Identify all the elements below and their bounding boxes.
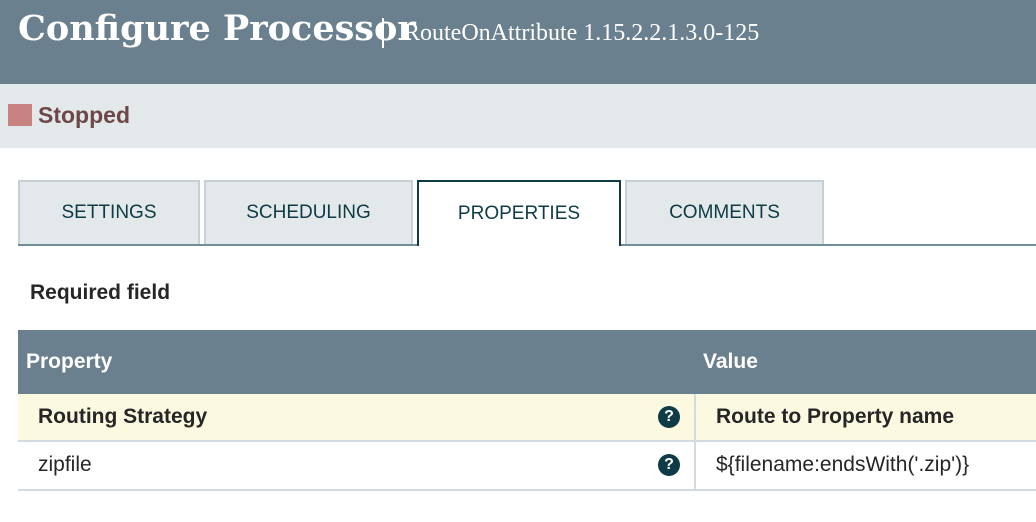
property-name: zipfile xyxy=(38,453,92,476)
run-status: Stopped xyxy=(38,102,130,128)
tab-settings[interactable]: SETTINGS xyxy=(18,180,200,244)
required-field-label: Required field xyxy=(30,281,171,304)
table-row[interactable]: Routing Strategy ? Route to Property nam… xyxy=(18,394,1036,442)
column-header-value[interactable]: Value xyxy=(703,350,758,374)
table-row[interactable]: zipfile ? ${filename:endsWith('.zip')} xyxy=(18,442,1036,491)
help-icon[interactable]: ? xyxy=(658,406,680,428)
dialog-title: Configure Processor xyxy=(18,8,416,49)
tab-scheduling[interactable]: SCHEDULING xyxy=(204,180,413,244)
column-divider xyxy=(694,442,696,489)
property-value[interactable]: Route to Property name xyxy=(716,405,954,429)
property-value[interactable]: ${filename:endsWith('.zip')} xyxy=(716,453,969,477)
properties-table: Property Value Routing Strategy ? Route … xyxy=(18,330,1036,491)
title-separator xyxy=(382,18,384,48)
tab-properties[interactable]: PROPERTIES xyxy=(417,180,621,246)
processor-type-version: RouteOnAttribute 1.15.2.2.1.3.0-125 xyxy=(404,20,760,46)
column-divider xyxy=(694,394,696,440)
dialog-header: Configure Processor RouteOnAttribute 1.1… xyxy=(0,0,1036,84)
column-header-property[interactable]: Property xyxy=(26,350,112,374)
stopped-icon xyxy=(8,104,32,126)
help-icon[interactable]: ? xyxy=(658,454,680,476)
status-bar xyxy=(0,84,1036,148)
tab-comments[interactable]: COMMENTS xyxy=(625,180,824,244)
property-name: Routing Strategy xyxy=(38,405,208,428)
table-header: Property Value xyxy=(18,330,1036,394)
